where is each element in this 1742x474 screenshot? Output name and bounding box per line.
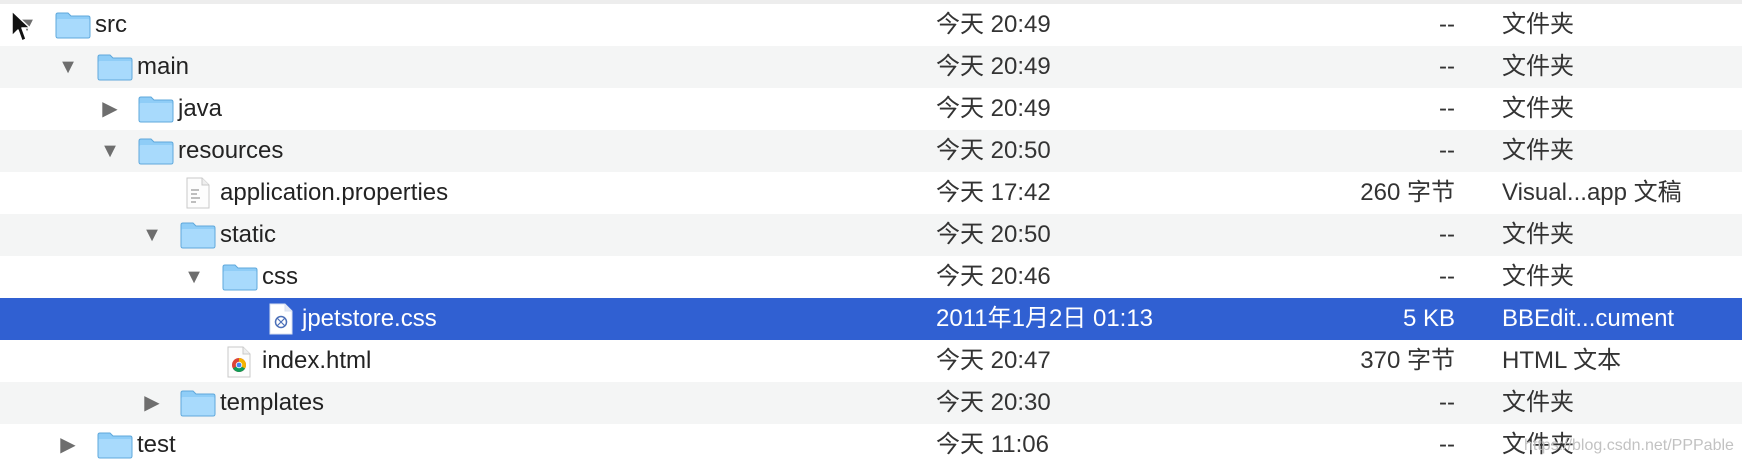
date-modified: 今天 20:47 [936,347,1051,374]
file-row-src[interactable]: ▼ src 今天 20:49 -- 文件夹 [0,4,1742,46]
date-modified: 今天 20:50 [936,137,1051,164]
chrome-html-document-icon [227,346,251,378]
date-modified: 今天 17:42 [936,179,1051,206]
date-modified: 今天 20:49 [936,95,1051,122]
folder-icon [222,264,258,291]
file-kind: BBEdit...cument [1502,305,1675,332]
file-row-java[interactable]: ▶ java 今天 20:49 -- 文件夹 [0,88,1742,130]
file-size: -- [1439,431,1455,458]
disclosure-triangle-expanded-icon[interactable]: ▼ [12,4,42,46]
file-name: java [178,95,223,122]
folder-icon [55,12,91,39]
disclosure-triangle-collapsed-icon[interactable]: ▶ [53,424,83,466]
file-row-templates[interactable]: ▶ templates 今天 20:30 -- 文件夹 [0,382,1742,424]
file-name: src [95,11,127,38]
file-row-main[interactable]: ▼ main 今天 20:49 -- 文件夹 [0,46,1742,88]
folder-icon [97,432,133,459]
date-modified: 今天 20:50 [936,221,1051,248]
file-row-resources[interactable]: ▼ resources 今天 20:50 -- 文件夹 [0,130,1742,172]
file-row-test[interactable]: ▶ test 今天 11:06 -- 文件夹 [0,424,1742,466]
file-kind: 文件夹 [1502,53,1574,80]
file-name: index.html [262,347,372,374]
file-size: -- [1439,221,1455,248]
disclosure-triangle-collapsed-icon[interactable]: ▶ [137,382,167,424]
file-size: -- [1439,263,1455,290]
file-size: -- [1439,389,1455,416]
file-name: static [220,221,277,248]
disclosure-triangle-collapsed-icon[interactable]: ▶ [95,88,125,130]
file-size: -- [1439,95,1455,122]
date-modified: 今天 11:06 [936,431,1049,458]
file-kind: 文件夹 [1502,221,1574,248]
watermark: https://blog.csdn.net/PPPable [1524,437,1734,454]
date-modified: 今天 20:49 [936,53,1051,80]
folder-icon [138,138,174,165]
file-size: -- [1439,137,1455,164]
file-row-jpetstore-css[interactable]: jpetstore.css 2011年1月2日 01:13 5 KB BBEdi… [0,298,1742,340]
date-modified: 今天 20:46 [936,263,1051,290]
file-row-css[interactable]: ▼ css 今天 20:46 -- 文件夹 [0,256,1742,298]
file-name: resources [178,137,284,164]
file-kind: 文件夹 [1502,263,1574,290]
date-modified: 今天 20:49 [936,11,1051,38]
disclosure-triangle-expanded-icon[interactable]: ▼ [137,214,167,256]
file-row-application-properties[interactable]: application.properties 今天 17:42 260 字节 V… [0,172,1742,214]
bbedit-document-icon [269,303,293,335]
file-size: 370 字节 [1360,347,1455,374]
file-kind: Visual...app 文稿 [1502,179,1682,206]
file-row-static[interactable]: ▼ static 今天 20:50 -- 文件夹 [0,214,1742,256]
text-document-icon [186,177,210,209]
file-name: test [137,431,176,458]
file-name: jpetstore.css [302,305,437,332]
date-modified: 2011年1月2日 01:13 [936,305,1154,332]
disclosure-triangle-expanded-icon[interactable]: ▼ [95,130,125,172]
file-size: -- [1439,53,1455,80]
folder-icon [180,390,216,417]
file-name: application.properties [220,179,449,206]
disclosure-triangle-expanded-icon[interactable]: ▼ [53,46,83,88]
disclosure-triangle-expanded-icon[interactable]: ▼ [179,256,209,298]
finder-list-view: ▼ src 今天 20:49 -- 文件夹 ▼ main 今天 20:49 --… [0,0,1742,474]
file-size: 260 字节 [1360,179,1455,206]
file-kind: 文件夹 [1502,95,1574,122]
file-kind: 文件夹 [1502,389,1574,416]
file-list: ▼ src 今天 20:49 -- 文件夹 ▼ main 今天 20:49 --… [0,4,1742,466]
folder-icon [180,222,216,249]
file-row-index-html[interactable]: index.html 今天 20:47 370 字节 HTML 文本 [0,340,1742,382]
file-name: templates [220,389,325,416]
file-name: main [137,53,190,80]
folder-icon [138,96,174,123]
date-modified: 今天 20:30 [936,389,1051,416]
file-name: css [262,263,298,290]
file-size: 5 KB [1402,305,1455,332]
file-size: -- [1439,11,1455,38]
file-kind: HTML 文本 [1502,347,1622,374]
file-kind: 文件夹 [1502,11,1574,38]
file-kind: 文件夹 [1502,137,1574,164]
folder-icon [97,54,133,81]
